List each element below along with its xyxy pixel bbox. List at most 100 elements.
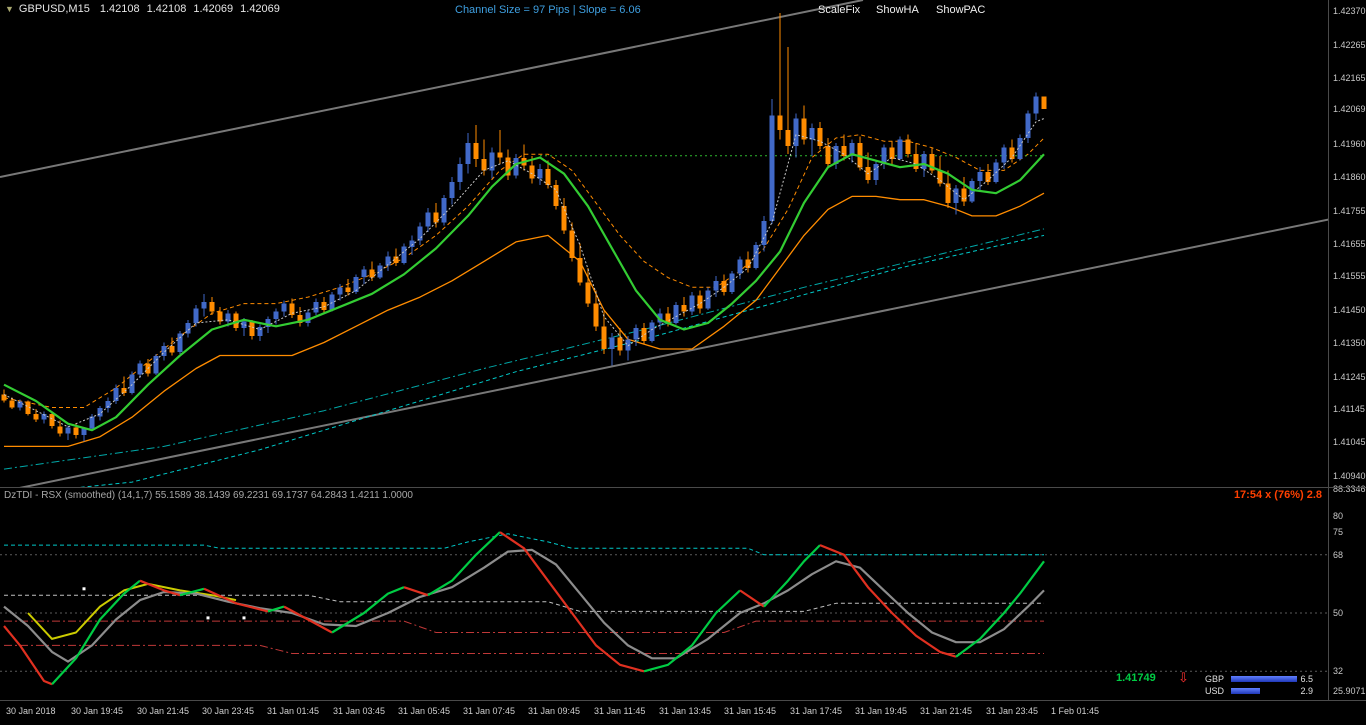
candle-body [769,115,775,221]
mid-band2-red-dashdot [4,620,1044,633]
time-axis-label: 31 Jan 23:45 [986,706,1039,716]
price-axis-label: 1.42265 [1333,40,1366,50]
strength-label-gbp: GBP [1205,674,1225,684]
indicator-title: DzTDI - RSX (smoothed) (14,1,7) 55.1589 … [4,490,413,501]
indicator-canvas[interactable] [0,487,1328,700]
time-axis-label: 30 Jan 23:45 [202,706,255,716]
time-axis-label: 31 Jan 09:45 [528,706,581,716]
time-axis-label: 30 Jan 19:45 [71,706,124,716]
rsx-line-segment [51,579,141,685]
ohlc-open: 1.42108 [99,3,140,15]
candle-body [529,165,535,179]
showpac-button[interactable]: ShowPAC [936,4,985,16]
candle-body [577,258,583,283]
candle-body [793,118,799,147]
price-chart-canvas[interactable] [0,0,1328,487]
symbol-dropdown-icon[interactable]: ▼ [5,4,14,14]
price-axis-label: 1.42069 [1333,104,1366,114]
price-axis-label: 1.41555 [1333,271,1366,281]
candle-body [609,337,615,350]
upper-band-cyan-dashed [4,533,1044,556]
candle-body [977,172,983,181]
time-axis-label: 30 Jan 2018 [6,706,56,716]
candle-body [593,303,599,327]
ohlc-close: 1.42069 [240,3,280,15]
strength-value-gbp: 6.5 [1300,674,1313,684]
candle-body [873,164,879,181]
indicator-axis-label: 25.9071 [1333,686,1366,696]
candle-body [401,246,407,263]
strength-label-usd: USD [1205,686,1225,696]
indicator-axis-label: 75 [1333,527,1344,537]
candle-body [617,337,623,351]
candle-body [153,356,159,374]
candle-body [953,188,959,203]
price-axis-label: 1.41655 [1333,239,1366,249]
candle-body [745,259,751,268]
time-axis[interactable]: 30 Jan 2018 30 Jan 19:45 30 Jan 21:45 30 Ja… [0,700,1366,725]
candle-body [201,301,207,309]
candle-body [129,374,135,393]
candle-body [169,345,175,353]
strength-row-gbp: GBP 6.5 [1205,674,1315,685]
candle-body [585,282,591,304]
time-axis-label: 31 Jan 17:45 [790,706,843,716]
candle-body [337,287,343,295]
candle-body [1001,147,1007,163]
price-axis-label: 1.41245 [1333,372,1366,382]
candle-body [425,212,431,227]
time-axis-label: 31 Jan 07:45 [463,706,516,716]
candle-body [409,240,415,247]
scalefix-button[interactable]: ScaleFix [818,4,860,16]
candle-body [73,427,79,436]
candle-body [913,154,919,169]
time-axis-label: 1 Feb 01:45 [1051,706,1100,716]
candle-body [177,333,183,353]
mid-ma-cyan-dashed [78,234,1045,487]
candle-body [441,198,447,223]
price-axis[interactable]: 1.42370 1.42265 1.42165 1.42069 1.41960 1.418… [1328,0,1366,700]
candle-body [649,322,655,341]
price-axis-label: 1.41045 [1333,437,1366,447]
price-axis-label: 1.41860 [1333,172,1366,182]
candle-body [417,226,423,241]
candle-body [209,301,215,312]
time-axis-label: 31 Jan 13:45 [659,706,712,716]
time-axis-label: 31 Jan 01:45 [267,706,320,716]
pac-low-orange-solid [4,192,1045,448]
channel-info-label: Channel Size = 97 Pips | Slope = 6.06 [455,4,641,16]
signal-line-gray [3,548,1045,663]
candle-body [473,142,479,160]
candle-body [321,301,327,310]
candle-body [457,164,463,182]
showha-button[interactable]: ShowHA [876,4,919,16]
signal-dot [82,587,86,591]
ohlc-high: 1.42108 [146,3,187,15]
candle-body [705,290,711,309]
candle-body [449,181,455,198]
candle-body [305,312,311,324]
rsx-line-segment [283,605,333,634]
mt4-chart-window: ▼ GBPUSD,M15 1.42108 1.42108 1.42069 1.42069 … [0,0,1366,725]
time-axis-label: 31 Jan 19:45 [855,706,908,716]
down-arrow-icon: ⇩ [1178,670,1189,685]
candle-body [817,128,823,147]
indicator-axis-label: 88.3346 [1333,484,1366,494]
candle-timer-label: 17:54 x (76%) 2.8 [1233,489,1322,501]
candle-body [385,256,391,266]
axis-separator [1328,487,1366,488]
candle-body [377,265,383,278]
candle-body [1025,113,1031,138]
candlestick-series [1,13,1047,442]
candle-body [641,327,647,341]
candle-body [841,146,847,156]
candle-body [345,287,351,293]
candle-body [353,276,359,293]
candle-body [369,269,375,278]
candle-body [49,413,55,427]
candle-body [257,326,263,336]
price-axis-label: 1.41450 [1333,305,1366,315]
candle-body [809,128,815,140]
signal-dot [206,616,210,620]
signal-dot [242,616,246,620]
